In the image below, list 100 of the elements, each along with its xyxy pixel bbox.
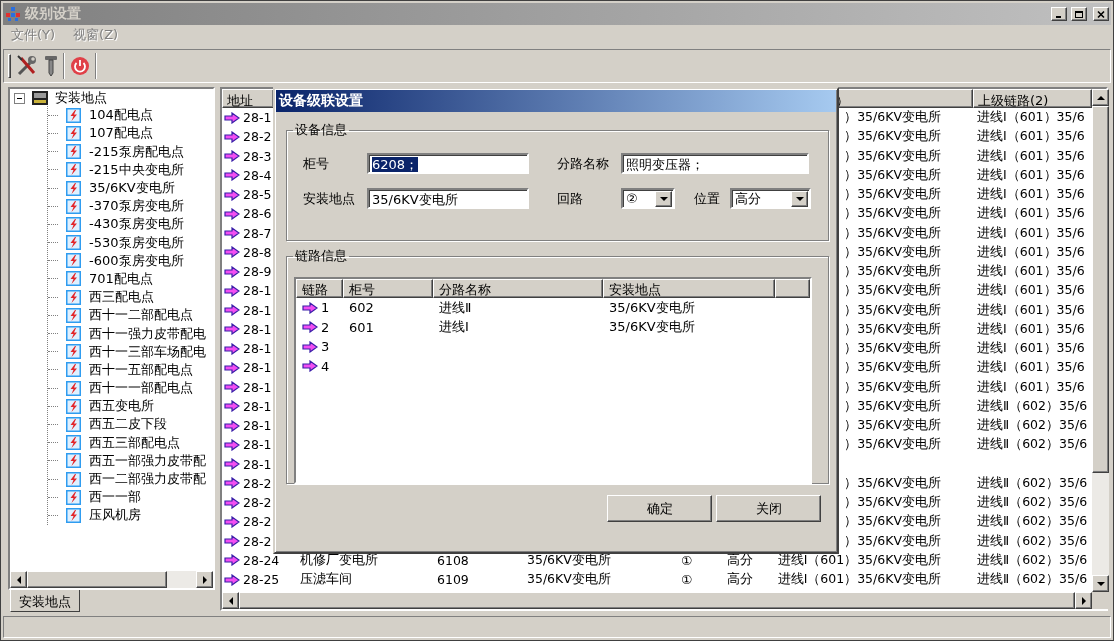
table-cell: 进线Ⅰ（601）35/6	[977, 166, 1085, 182]
scroll-left-button[interactable]	[222, 592, 239, 609]
table-cell: 进线Ⅱ	[439, 299, 472, 315]
lightning-icon	[66, 180, 81, 196]
up-triangle-icon[interactable]	[1096, 93, 1105, 102]
scroll-right-button[interactable]	[1075, 592, 1092, 609]
table-cell: 602	[349, 300, 374, 316]
column-header[interactable]: 柜号	[343, 279, 433, 298]
tree-item[interactable]: 安装地点	[55, 89, 107, 108]
tree-item[interactable]: 西一一部	[89, 488, 141, 507]
tree-item[interactable]: 西十一强力皮带配电	[89, 324, 206, 343]
lightning-icon	[66, 489, 81, 505]
tree-item[interactable]: 西五三部配电点	[89, 433, 180, 452]
scroll-down-button[interactable]	[1092, 575, 1109, 592]
field-label: 回路	[557, 189, 584, 208]
tree-item[interactable]: 西十一一部配电点	[89, 379, 193, 398]
input-field[interactable]: 照明变压器；	[621, 153, 809, 174]
table-cell: 进线Ⅱ（602）35/6	[977, 436, 1088, 452]
table-cell: ）35/6KV变电所	[844, 224, 941, 240]
arrow-icon	[224, 438, 240, 451]
down-triangle-icon[interactable]	[1096, 579, 1105, 588]
scroll-left-button[interactable]	[10, 571, 27, 588]
tree-item[interactable]: 西十一二部配电点	[89, 306, 193, 325]
scrollbar[interactable]	[1092, 89, 1109, 592]
down-triangle-icon[interactable]	[795, 194, 804, 203]
right-triangle-icon[interactable]	[200, 575, 209, 584]
tree-item[interactable]: 西五二皮下段	[89, 415, 167, 434]
tree-item[interactable]: 西十一五部配电点	[89, 360, 193, 379]
table-cell: 28-1	[243, 110, 272, 126]
table-cell: ）35/6KV变电所	[844, 147, 941, 163]
table-cell: 28-5	[243, 187, 272, 203]
panel-tab[interactable]: 安装地点	[10, 590, 80, 612]
tree-item[interactable]: -370泵房变电所	[89, 197, 184, 216]
lightning-icon	[66, 398, 81, 414]
scroll-right-button[interactable]	[196, 571, 213, 588]
lightning-icon	[66, 107, 81, 123]
arrow-icon	[224, 130, 240, 143]
tools-icon[interactable]	[15, 54, 39, 78]
table-cell: 28-6	[243, 206, 272, 222]
table-cell: ）35/6KV变电所	[844, 532, 941, 548]
lightning-icon	[66, 125, 81, 141]
dropdown[interactable]: 高分	[730, 188, 811, 209]
lightning-icon	[66, 471, 81, 487]
collapse-icon[interactable]	[14, 92, 25, 104]
input-field[interactable]: 35/6KV变电所	[367, 188, 529, 209]
tree-item[interactable]: -215中央变电所	[89, 160, 184, 179]
table-cell: 1	[321, 300, 330, 316]
table-cell: 压滤车间	[300, 571, 352, 587]
table-cell: 进线Ⅰ（601）35/6KV变电所	[777, 571, 941, 587]
tree-item[interactable]: -530泵房变电所	[89, 233, 184, 252]
pin-icon[interactable]	[43, 54, 59, 78]
table-cell: 28-2	[243, 495, 272, 511]
input-field[interactable]: 6208；	[367, 153, 529, 174]
table-cell: 进线Ⅰ（601）35/6	[977, 186, 1085, 202]
down-triangle-icon[interactable]	[659, 194, 668, 203]
tree-item[interactable]: 701配电点	[89, 269, 153, 288]
tree-item[interactable]: 107配电点	[89, 124, 153, 143]
table-cell: 28-25	[243, 572, 280, 588]
arrow-icon	[224, 535, 240, 548]
arrow-icon	[224, 458, 240, 471]
table-cell: 28-2	[243, 475, 272, 491]
lightning-icon	[66, 198, 81, 214]
tree-item[interactable]: 西五变电所	[89, 397, 154, 416]
lightning-icon	[66, 380, 81, 396]
column-header[interactable]: 分路名称	[433, 279, 603, 298]
table-cell: 高分	[727, 551, 753, 567]
column-header[interactable]	[775, 279, 810, 298]
tree-item[interactable]: -430泵房变电所	[89, 215, 184, 234]
column-header[interactable]: 上级链路(2)	[973, 89, 1092, 108]
column-header[interactable]: 地址	[222, 89, 274, 108]
power-icon[interactable]	[69, 55, 91, 77]
tree-item[interactable]: 压风机房	[89, 506, 141, 525]
scroll-thumb[interactable]	[1092, 106, 1109, 473]
column-header[interactable]: 链路	[296, 279, 343, 298]
tree-item[interactable]: 西一二部强力皮带配	[89, 470, 206, 489]
right-triangle-icon[interactable]	[1079, 596, 1088, 605]
tree-item[interactable]: 西三配电点	[89, 288, 154, 307]
dropdown[interactable]: ②	[621, 188, 675, 209]
table-cell: 进线Ⅰ（601）35/6	[977, 340, 1085, 356]
dialog-button[interactable]: 关闭	[716, 495, 821, 522]
tree-item[interactable]: 35/6KV变电所	[89, 179, 175, 198]
arrow-icon	[224, 150, 240, 163]
table-cell: 28-1	[243, 321, 272, 337]
tree-item[interactable]: -215泵房配电点	[89, 142, 184, 161]
scroll-up-button[interactable]	[1092, 89, 1109, 106]
lightning-icon	[66, 326, 81, 342]
arrow-icon	[302, 340, 318, 353]
table-cell: ）35/6KV变电所	[844, 263, 941, 279]
scrollbar[interactable]	[10, 571, 213, 588]
table-cell: 28-4	[243, 167, 272, 183]
arrow-icon	[224, 207, 240, 220]
tree-item[interactable]: -600泵房变电所	[89, 251, 184, 270]
tree-item[interactable]: 西五一部强力皮带配	[89, 451, 206, 470]
table-cell: ）35/6KV变电所	[844, 243, 941, 259]
dialog-button[interactable]: 确定	[607, 495, 712, 522]
scroll-thumb[interactable]	[27, 571, 167, 588]
tree-item[interactable]: 西十一三部车场配电	[89, 342, 206, 361]
tree-item[interactable]: 104配电点	[89, 106, 153, 125]
table-cell: ）35/6KV变电所	[844, 397, 941, 413]
column-header[interactable]: 安装地点	[603, 279, 775, 298]
